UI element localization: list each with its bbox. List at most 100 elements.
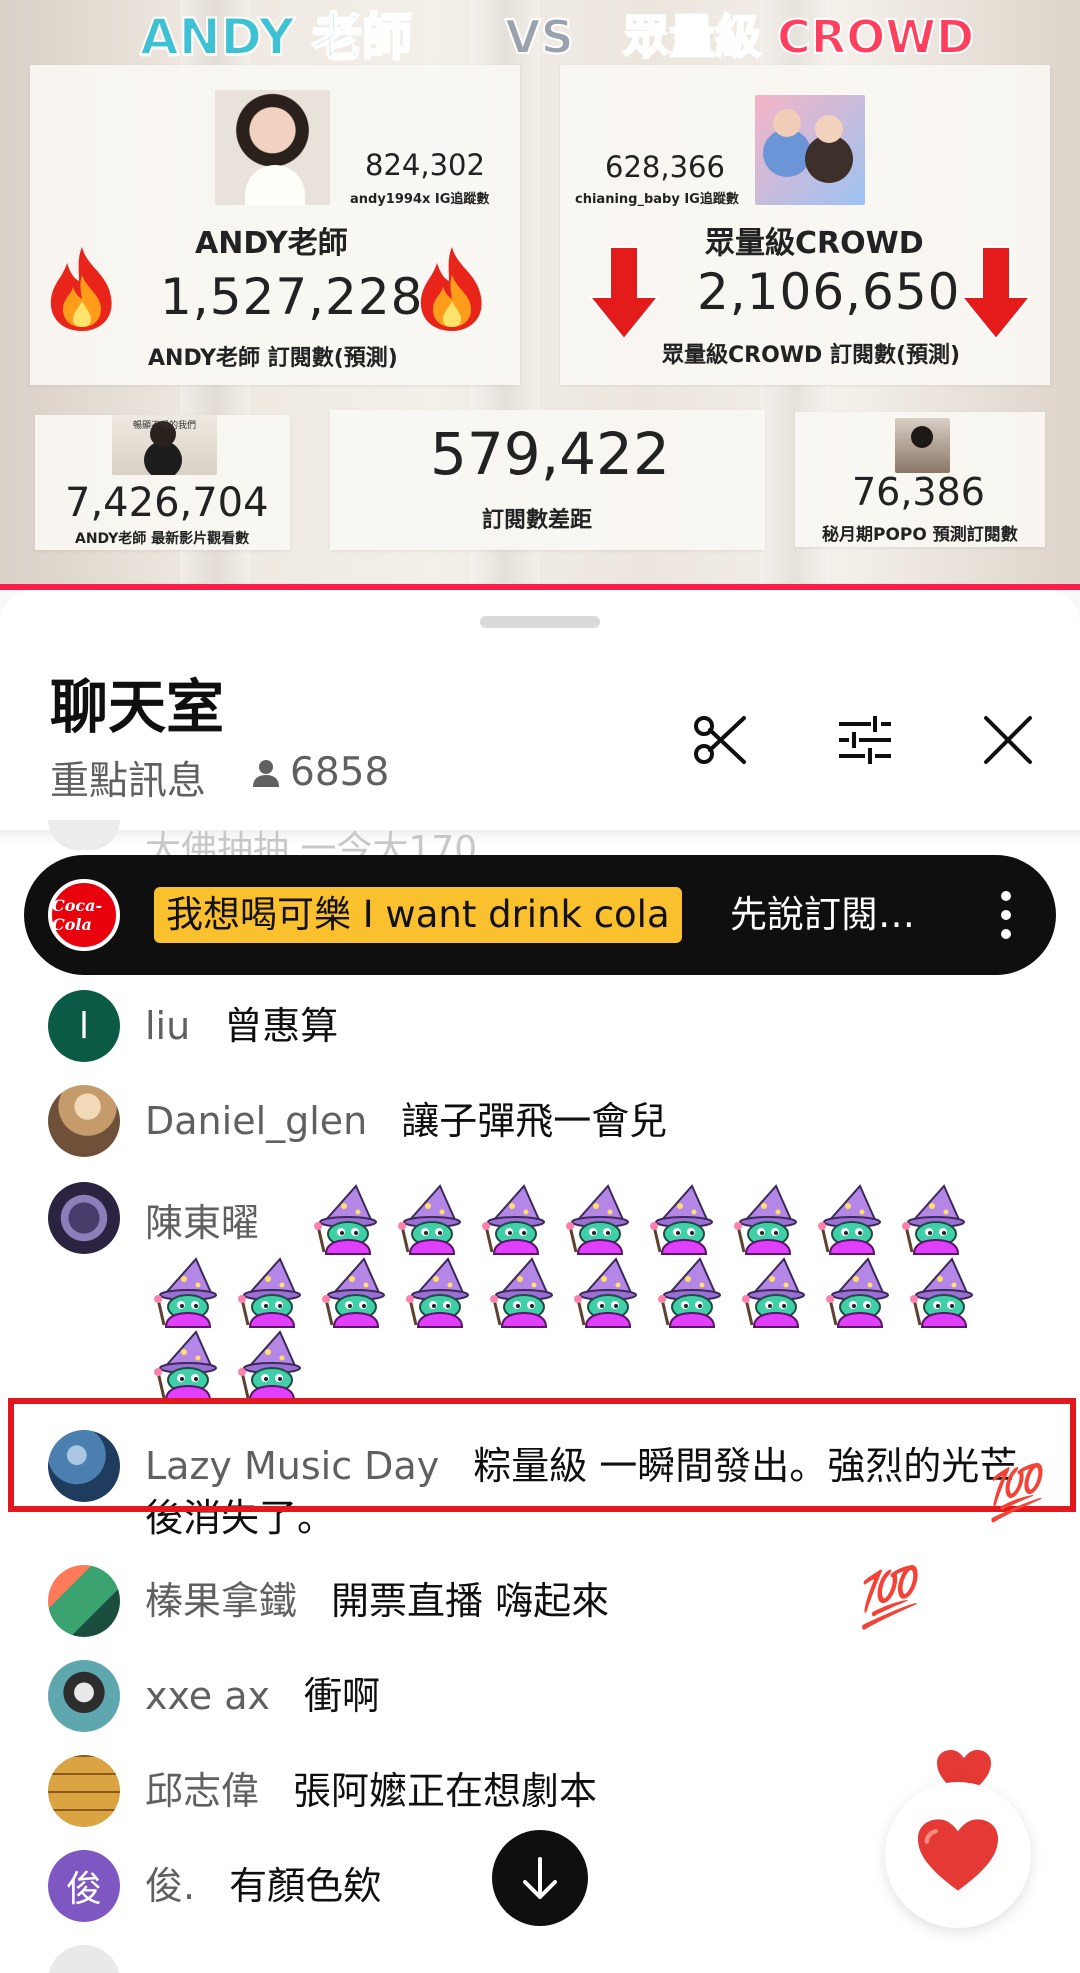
popo-label: 秘月期POPO 預測訂閱數 bbox=[822, 525, 1018, 545]
avatar-letter: l bbox=[78, 1005, 89, 1047]
close-button[interactable] bbox=[968, 700, 1048, 780]
coca-cola-logo: Coca-Cola bbox=[48, 879, 120, 951]
close-icon bbox=[984, 716, 1032, 764]
wizard-emote-icon bbox=[490, 1257, 553, 1328]
crowd-ig-count: 628,366 bbox=[605, 150, 725, 184]
difference-label: 訂閱數差距 bbox=[482, 508, 593, 533]
dot-icon bbox=[1001, 891, 1011, 901]
arrow-down-icon bbox=[523, 1857, 557, 1899]
crowd-subs: 2,106,650 bbox=[697, 263, 961, 321]
author-name[interactable]: xxe ax bbox=[145, 1674, 270, 1718]
andy-ig-count: 824,302 bbox=[365, 148, 485, 182]
wizard-emote-icon bbox=[566, 1184, 629, 1255]
chat-mode-selector[interactable]: 重點訊息 bbox=[50, 750, 206, 806]
video-player[interactable]: ANDY 老師 VS 眾量級 CROWD 暢顯不暢的我們 824,302 and… bbox=[0, 0, 1080, 590]
wizard-emote-icon bbox=[826, 1257, 889, 1328]
message-text: 有顏色欸 bbox=[229, 1864, 382, 1908]
fire-icon bbox=[420, 247, 482, 331]
live-chat-panel: 聊天室 重點訊息 6858 大佛抽抽 一今大170 Coca-Cola 我想喝可… bbox=[0, 590, 1080, 1973]
author-name[interactable]: 陳東曜 bbox=[145, 1201, 259, 1245]
avatar: 俊 bbox=[48, 1850, 120, 1922]
avatar bbox=[48, 1945, 120, 1973]
viewer-count: 6858 bbox=[250, 750, 389, 795]
fire-icon bbox=[50, 247, 112, 331]
arrow-down-icon bbox=[960, 246, 1032, 341]
more-options-button[interactable] bbox=[996, 891, 1016, 939]
headline-right: 眾量級 CROWD bbox=[622, 9, 975, 65]
message-text: 張阿嬤正在想劇本 bbox=[293, 1769, 598, 1813]
sliders-icon bbox=[839, 716, 891, 764]
avatar bbox=[48, 1755, 120, 1827]
drag-handle[interactable] bbox=[480, 616, 600, 628]
wizard-emote-icon bbox=[482, 1184, 545, 1255]
popo-value: 76,386 bbox=[852, 470, 985, 514]
thumbnail-caption: 暢顯不暢的我們 bbox=[132, 421, 196, 431]
message-text: 開票直播 嗨起來 bbox=[331, 1579, 610, 1623]
scissors-icon bbox=[694, 716, 746, 764]
andy-name: ANDY老師 bbox=[195, 226, 348, 261]
wizard-emote-icon bbox=[910, 1257, 973, 1328]
wizard-emote-icon bbox=[818, 1184, 881, 1255]
popo-portrait bbox=[895, 418, 950, 473]
crowd-subs-label: 眾量級CROWD 訂閱數(預測) bbox=[662, 343, 961, 368]
andy-subs: 1,527,228 bbox=[160, 268, 424, 326]
settings-button[interactable] bbox=[825, 700, 905, 780]
wizard-emote-icon bbox=[902, 1184, 965, 1255]
author-name[interactable]: 榛果拿鐵 bbox=[145, 1579, 297, 1623]
wizard-emote-icon bbox=[406, 1257, 469, 1328]
message-text: 曾惠算 bbox=[224, 1004, 339, 1048]
author-name[interactable]: liu bbox=[145, 1004, 190, 1048]
wizard-emote-icon bbox=[322, 1257, 385, 1328]
chat-title: 聊天室 bbox=[50, 673, 225, 741]
reaction-emoji: 💯 bbox=[979, 1459, 1048, 1525]
heart-reaction-button[interactable] bbox=[885, 1782, 1031, 1928]
avatar bbox=[48, 1182, 120, 1254]
author-name[interactable]: 俊. bbox=[145, 1864, 195, 1908]
wizard-emote-icon bbox=[658, 1257, 721, 1328]
message-text: 讓子彈飛一會兒 bbox=[401, 1099, 668, 1143]
chat-message[interactable]: 陳東曜 bbox=[0, 1182, 1080, 1402]
crowd-ig-label: chianing_baby IG追蹤數 bbox=[575, 192, 739, 207]
wizard-emote-icon bbox=[398, 1184, 461, 1255]
dot-icon bbox=[1001, 910, 1011, 920]
pinned-ticker[interactable]: Coca-Cola 我想喝可樂 I want drink cola 先說訂閱… bbox=[24, 855, 1056, 975]
headline-left: ANDY 老師 bbox=[139, 7, 413, 67]
pinned-message: 先說訂閱… bbox=[730, 893, 915, 936]
andy-ig-label: andy1994x IG追蹤數 bbox=[350, 192, 490, 207]
wizard-emote-icon bbox=[574, 1257, 637, 1328]
avatar bbox=[48, 1565, 120, 1637]
pinned-author-tag: 我想喝可樂 I want drink cola bbox=[154, 887, 682, 943]
views-value: 7,426,704 bbox=[65, 480, 269, 526]
dot-icon bbox=[1001, 929, 1011, 939]
wizard-emote-icon bbox=[734, 1184, 797, 1255]
avatar bbox=[48, 820, 120, 850]
avatar: l bbox=[48, 990, 120, 1062]
scroll-to-bottom-button[interactable] bbox=[492, 1830, 588, 1926]
avatar bbox=[48, 1660, 120, 1732]
avatar-letter: 俊 bbox=[65, 1869, 102, 1910]
views-label: ANDY老師 最新影片觀看數 bbox=[75, 531, 250, 547]
wizard-emote-icon bbox=[314, 1184, 377, 1255]
message-line: xxe ax 衝啊 bbox=[145, 1670, 1020, 1722]
crowd-name: 眾量級CROWD bbox=[705, 226, 924, 261]
viewer-count-value: 6858 bbox=[290, 750, 390, 795]
difference-value: 579,422 bbox=[430, 420, 670, 488]
headline-vs: VS bbox=[504, 9, 575, 65]
wizard-emote-icon bbox=[238, 1330, 301, 1401]
message-line: liu 曾惠算 bbox=[145, 1000, 1020, 1052]
wizard-emote-icon bbox=[154, 1330, 217, 1401]
wizard-emote-icon bbox=[650, 1184, 713, 1255]
author-name[interactable]: 邱志偉 bbox=[145, 1769, 259, 1813]
andy-portrait bbox=[215, 90, 330, 205]
arrow-down-icon bbox=[588, 246, 660, 341]
person-icon bbox=[253, 759, 279, 787]
author-name[interactable]: Daniel_glen bbox=[145, 1099, 367, 1143]
wizard-emote-icon bbox=[238, 1257, 301, 1328]
avatar bbox=[48, 1085, 120, 1157]
clip-button[interactable] bbox=[680, 700, 760, 780]
heart-icon bbox=[917, 1819, 999, 1891]
message-line: Daniel_glen 讓子彈飛一會兒 bbox=[145, 1095, 1020, 1147]
highlight-frame bbox=[8, 1398, 1076, 1512]
andy-subs-label: ANDY老師 訂閱數(預測) bbox=[148, 346, 398, 371]
message-text: 衝啊 bbox=[304, 1674, 381, 1718]
